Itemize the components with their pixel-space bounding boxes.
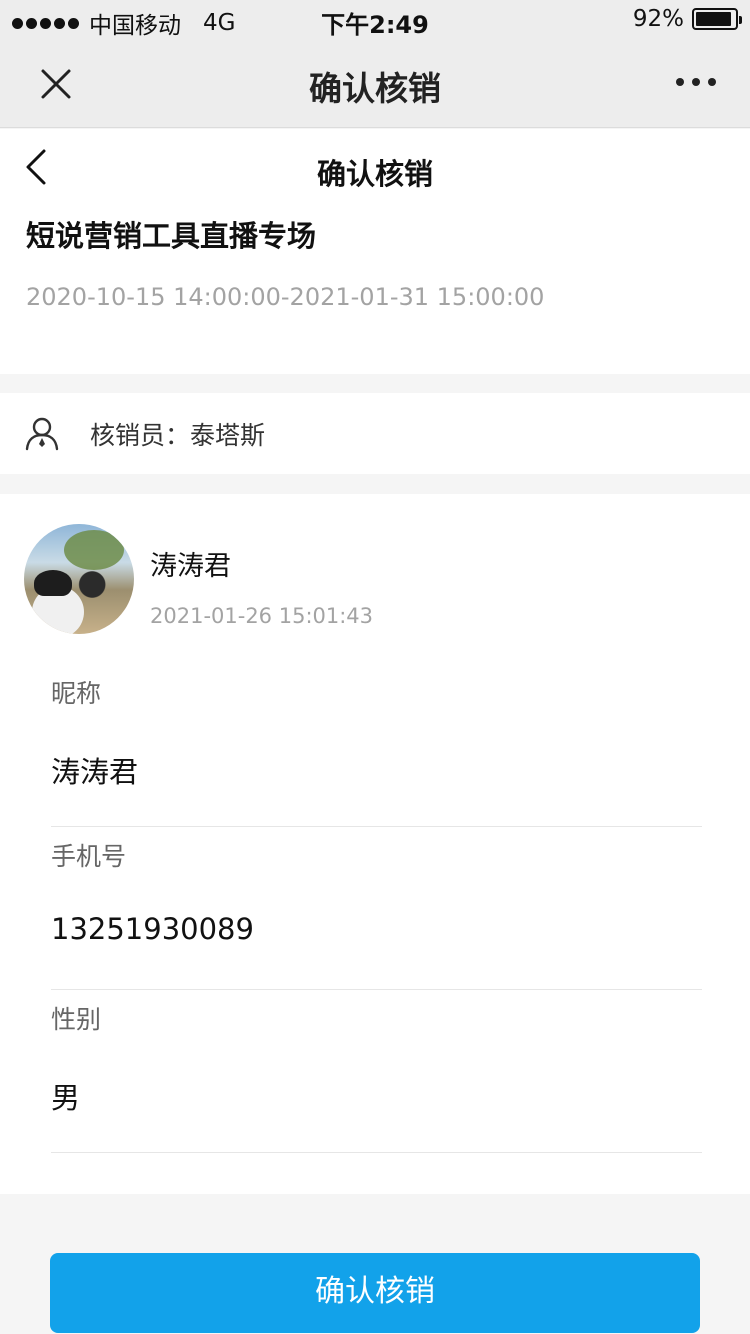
page-title: 确认核销 xyxy=(316,157,433,191)
field-value: 13251930089 xyxy=(51,912,254,946)
field-label: 手机号 xyxy=(51,842,127,871)
battery-fill xyxy=(696,12,731,26)
battery-icon xyxy=(692,8,742,30)
status-bar: 中国移动 4G 下午2:49 92% xyxy=(0,0,750,40)
user-icon xyxy=(25,417,59,451)
field-label: 性别 xyxy=(51,1005,102,1034)
phone-field: 手机号 13251930089 xyxy=(51,827,702,990)
battery-percent: 92% xyxy=(632,6,684,32)
field-value: 男 xyxy=(51,1081,81,1115)
verifier-row: 核销员：泰塔斯 xyxy=(0,393,750,474)
more-dots-icon[interactable] xyxy=(676,78,716,86)
status-right: 92% xyxy=(632,6,742,32)
field-label: 昵称 xyxy=(51,679,102,708)
wechat-nav-bar: 确认核销 xyxy=(0,40,750,128)
confirm-verify-button[interactable]: 确认核销 xyxy=(50,1253,700,1333)
avatar xyxy=(24,524,134,634)
wechat-nav-title: 确认核销 xyxy=(309,69,441,108)
verifier-label: 核销员：泰塔斯 xyxy=(90,421,266,450)
customer-time: 2021-01-26 15:01:43 xyxy=(150,604,374,628)
event-card: 确认核销 短说营销工具直播专场 2020-10-15 14:00:00-2021… xyxy=(0,129,750,374)
event-time-range: 2020-10-15 14:00:00-2021-01-31 15:00:00 xyxy=(26,283,545,311)
event-name: 短说营销工具直播专场 xyxy=(26,219,317,253)
screen: 中国移动 4G 下午2:49 92% 确认核销 确认核销 短说营销工具直播专场 … xyxy=(0,0,750,1334)
field-value: 涛涛君 xyxy=(51,755,139,789)
customer-name: 涛涛君 xyxy=(150,551,231,582)
gender-field: 性别 男 xyxy=(51,990,702,1153)
nickname-field: 昵称 涛涛君 xyxy=(51,664,702,827)
customer-card: 涛涛君 2021-01-26 15:01:43 昵称 涛涛君 手机号 13251… xyxy=(0,494,750,1194)
